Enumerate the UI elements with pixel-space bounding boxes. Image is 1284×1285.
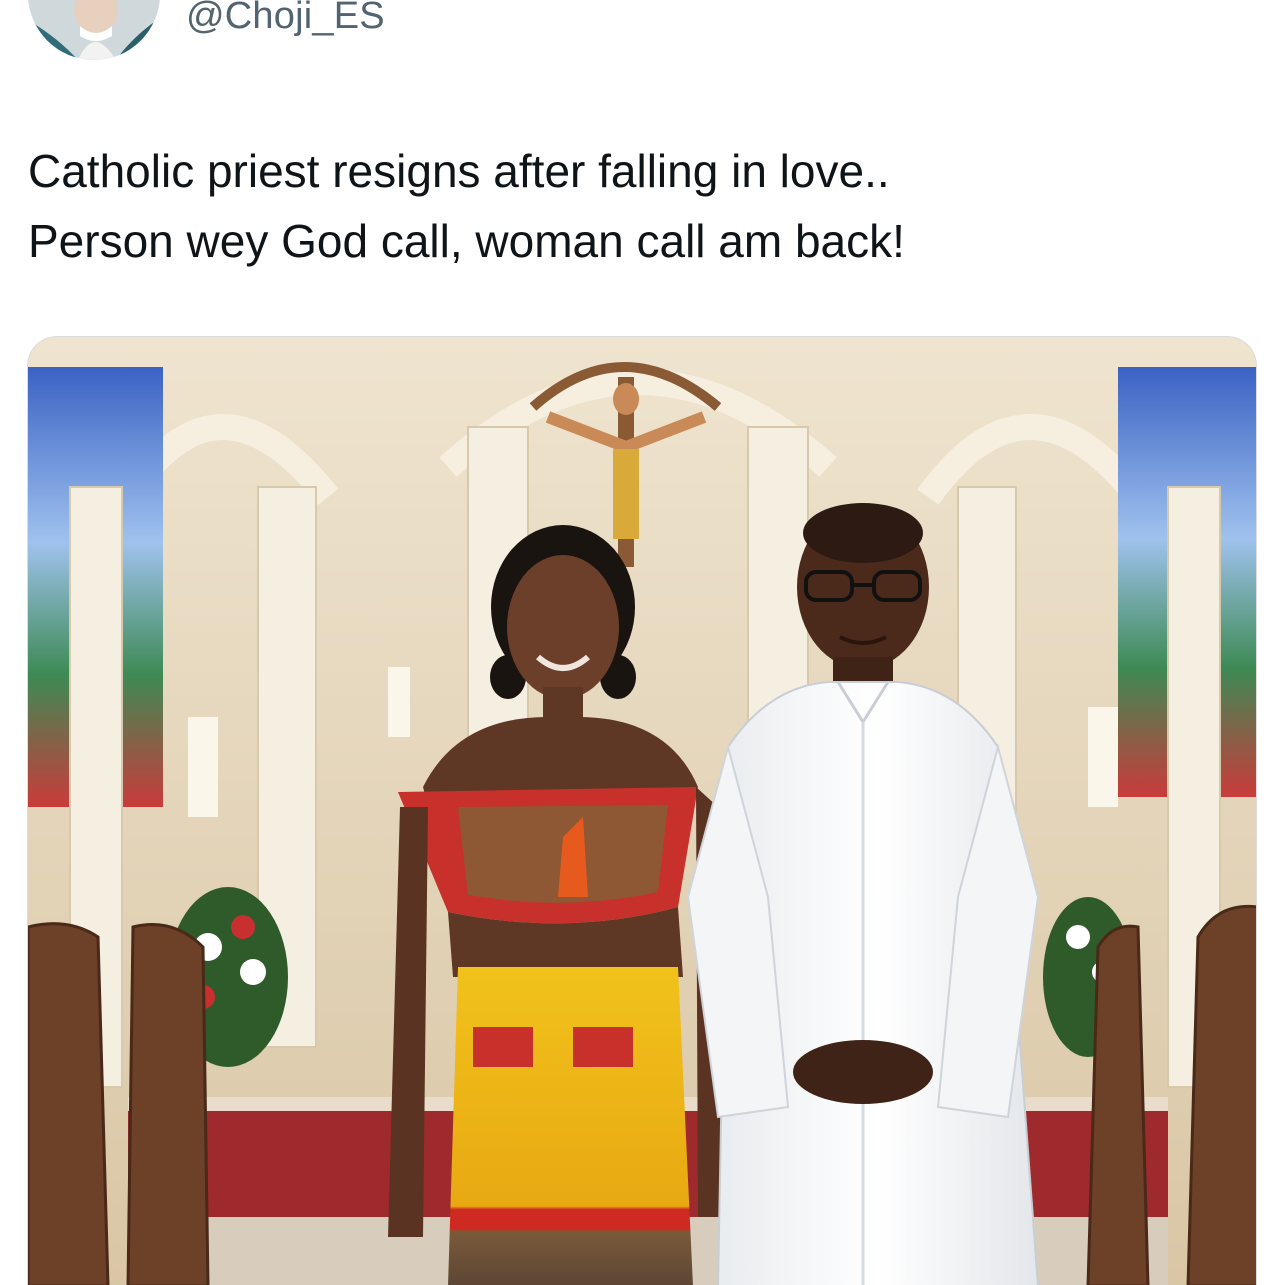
avatar-image [28,0,160,60]
avatar[interactable] [28,0,160,60]
tweet-media-photo[interactable] [27,336,1257,1285]
user-handle[interactable]: @Choji_ES [186,0,385,38]
tweet-header: @Choji_ES [0,0,1284,80]
tweet-text-line-2: Person wey God call, woman call am back! [28,215,905,267]
church-photo-illustration [28,337,1256,1285]
tweet-text: Catholic priest resigns after falling in… [28,136,1248,276]
tweet-text-line-1: Catholic priest resigns after falling in… [28,145,890,197]
